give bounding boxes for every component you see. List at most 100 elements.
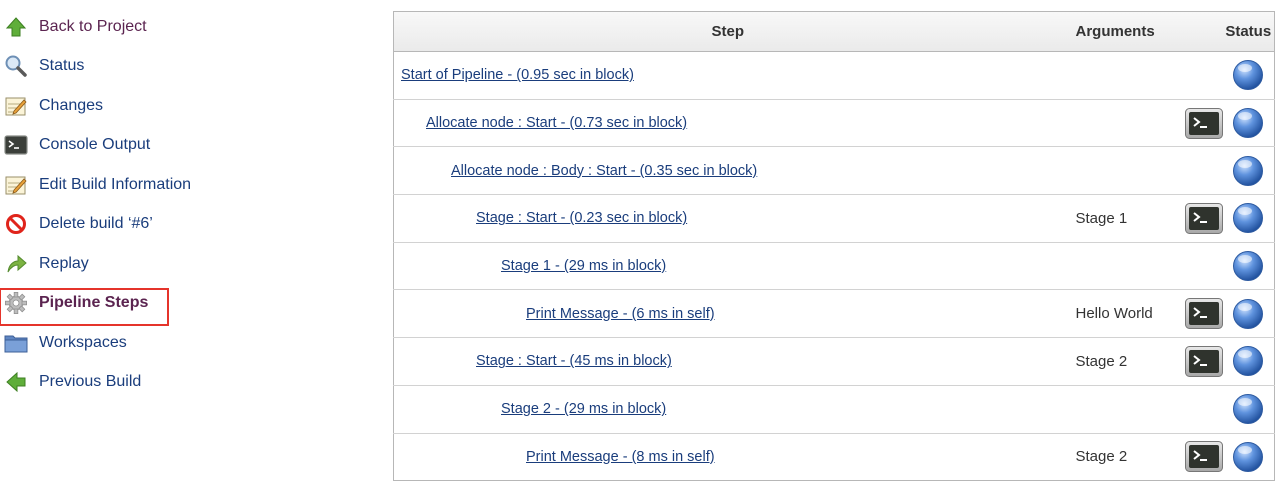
status-column-header: Status [1222,11,1275,52]
magnifier-icon [4,54,28,78]
pipeline-steps-table: Step Arguments Status Start of Pipeline … [393,11,1275,482]
step-arguments: Stage 2 [1075,448,1128,466]
sidebar-item-label: Pipeline Steps [39,294,149,312]
arguments-cell [1061,146,1223,196]
console-output-icon[interactable] [1184,107,1223,139]
console-output-icon[interactable] [1184,441,1223,473]
step-arguments: Stage 2 [1075,352,1128,370]
step-row: Stage : Start - (45 ms in block) Stage 2 [393,337,1275,386]
step-row: Start of Pipeline - (0.95 sec in block) [393,51,1275,100]
sidebar-item-label: Back to Project [39,17,147,35]
no-entry-icon [4,212,28,236]
step-cell: Stage 2 - (29 ms in block) [393,385,1062,434]
status-success-ball-icon[interactable] [1232,441,1264,472]
sidebar-item-changes[interactable]: Changes [0,86,230,126]
step-arguments: Stage 1 [1075,209,1128,227]
folder-icon [4,331,28,355]
sidebar-item-previous-build[interactable]: Previous Build [0,363,230,403]
step-row: Stage 1 - (29 ms in block) [393,242,1275,291]
step-column-header: Step [393,11,1062,52]
console-output-icon[interactable] [1184,298,1223,330]
status-cell [1222,194,1275,243]
status-success-ball-icon[interactable] [1232,346,1264,377]
status-success-ball-icon[interactable] [1232,394,1264,425]
step-cell: Stage 1 - (29 ms in block) [393,242,1062,291]
sidebar-item-status[interactable]: Status [0,47,230,87]
table-header-row: Step Arguments Status [393,11,1275,52]
arguments-cell [1061,385,1223,434]
status-cell [1222,385,1275,434]
step-link[interactable]: Allocate node : Start - (0.73 sec in blo… [426,115,687,131]
sidebar-item-label: Console Output [39,136,151,154]
left-arrow-icon [4,370,28,394]
step-cell: Allocate node : Start - (0.73 sec in blo… [393,99,1062,148]
status-success-ball-icon[interactable] [1232,203,1264,234]
up-arrow-icon [4,15,28,39]
sidebar-item-label: Status [39,57,85,75]
step-link[interactable]: Stage 1 - (29 ms in block) [501,258,666,274]
step-cell: Start of Pipeline - (0.95 sec in block) [393,51,1062,100]
step-row: Stage 2 - (29 ms in block) [393,385,1275,434]
sidebar-item-pipeline-steps[interactable]: Pipeline Steps [0,284,230,325]
step-row: Print Message - (8 ms in self) Stage 2 [394,433,1275,481]
sidebar-item-label: Replay [39,254,89,272]
notepad-icon [4,94,28,118]
step-cell: Print Message - (6 ms in self) [393,289,1062,339]
step-cell: Stage : Start - (45 ms in block) [393,337,1062,386]
sidebar-item-edit-build-information[interactable]: Edit Build Information [0,165,230,205]
arguments-column-header: Arguments [1061,11,1223,52]
step-row: Allocate node : Body : Start - (0.35 sec… [393,146,1275,196]
arguments-cell [1061,51,1223,100]
step-link[interactable]: Stage 2 - (29 ms in block) [501,401,666,417]
step-link[interactable]: Stage : Start - (0.23 sec in block) [476,210,687,226]
status-cell [1222,289,1275,339]
sidebar-item-delete-build-6[interactable]: Delete build ‘#6’ [0,205,230,245]
status-cell [1222,99,1275,148]
arguments-cell [1061,242,1223,291]
sidebar-item-label: Delete build ‘#6’ [39,215,153,233]
status-cell [1222,337,1275,386]
sidebar-item-back-to-project[interactable]: Back to Project [0,7,230,47]
step-link[interactable]: Start of Pipeline - (0.95 sec in block) [401,67,634,83]
step-link[interactable]: Stage : Start - (45 ms in block) [476,353,672,369]
status-success-ball-icon[interactable] [1232,298,1264,329]
arguments-cell: Stage 2 [1062,433,1223,481]
sidebar-item-label: Previous Build [39,373,142,391]
status-success-ball-icon[interactable] [1232,60,1264,91]
step-row: Stage : Start - (0.23 sec in block) Stage… [393,194,1275,243]
sidebar-item-workspaces[interactable]: Workspaces [0,323,230,363]
status-success-ball-icon[interactable] [1232,251,1264,282]
build-page: Back to Project Status Changes Console Outp… [0,0,1280,488]
status-success-ball-icon[interactable] [1232,155,1264,186]
step-link[interactable]: Allocate node : Body : Start - (0.35 sec… [451,163,757,179]
replay-arrow-icon [4,252,28,276]
sidebar-item-label: Workspaces [39,333,127,351]
step-link[interactable]: Print Message - (6 ms in self) [526,306,715,322]
arguments-cell: Stage 1 [1061,194,1223,243]
step-cell: Stage : Start - (0.23 sec in block) [393,194,1062,243]
step-link[interactable]: Print Message - (8 ms in self) [526,449,715,465]
notepad-icon [4,173,28,197]
step-cell: Allocate node : Body : Start - (0.35 sec… [393,146,1062,196]
step-arguments: Hello World [1075,305,1153,323]
status-cell [1222,51,1275,100]
sidebar-item-console-output[interactable]: Console Output [0,126,230,166]
arguments-cell: Hello World [1061,289,1223,339]
console-output-icon[interactable] [1184,345,1223,377]
status-cell [1222,242,1275,291]
arguments-cell: Stage 2 [1061,337,1223,386]
status-cell [1223,433,1275,481]
terminal-icon [4,133,28,157]
arguments-cell [1061,99,1223,148]
sidebar-item-replay[interactable]: Replay [0,244,230,284]
sidebar-item-label: Edit Build Information [39,175,192,193]
step-cell: Print Message - (8 ms in self) [394,433,1062,481]
status-cell [1222,146,1275,196]
step-row: Allocate node : Start - (0.73 sec in blo… [393,99,1275,148]
status-success-ball-icon[interactable] [1232,108,1264,139]
console-output-icon[interactable] [1184,202,1223,234]
sidebar-tasks: Back to Project Status Changes Console Outp… [0,7,230,402]
step-row: Print Message - (6 ms in self) Hello Worl… [393,289,1275,339]
gear-icon [4,291,28,315]
sidebar-item-label: Changes [39,96,104,114]
